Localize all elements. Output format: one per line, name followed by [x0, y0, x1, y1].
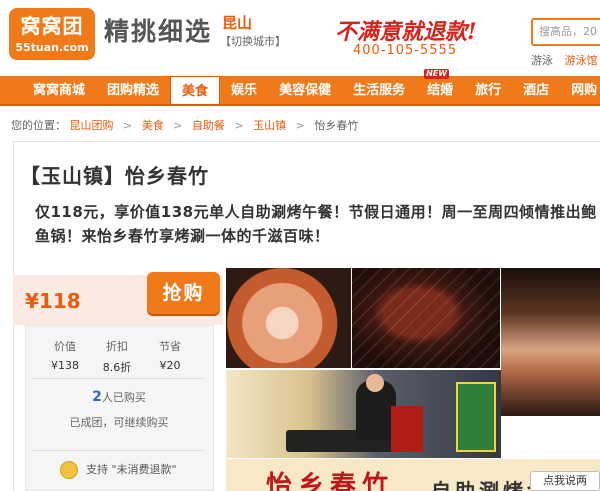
refund-guarantee: 不满意就退款! [335, 19, 477, 45]
current-city: 昆山 [222, 14, 253, 32]
photo-chef-grill [226, 370, 501, 458]
new-badge: NEW [424, 69, 450, 79]
nav-item-travel[interactable]: 旅行 [464, 76, 512, 104]
stat-number: ¥20 [159, 359, 181, 372]
nav-item-hotel[interactable]: 酒店 [512, 76, 560, 104]
stat-label: 折扣 [106, 340, 128, 353]
site-logo[interactable]: 窝窝团 55tuan.com [9, 8, 95, 60]
refund-support-text: 支持 "未消费退款" [86, 463, 177, 476]
nav-item-life-services[interactable]: 生活服务 [342, 76, 416, 104]
stat-number: ¥138 [51, 359, 79, 372]
site-header: 窝窝团 55tuan.com 精挑细选 昆山 【切换城市】 不满意就退款! 40… [0, 0, 600, 76]
chef-shape [356, 374, 396, 440]
slogan: 精挑细选 [104, 17, 213, 46]
nav-item-online-shopping[interactable]: 网购 [560, 76, 600, 104]
nav-item-mall[interactable]: 窝窝商城 [0, 76, 96, 104]
nav-item-entertainment[interactable]: 娱乐 [220, 76, 268, 104]
switch-city-link[interactable]: 【切换城市】 [220, 33, 286, 49]
breadcrumb-prefix: 您的位置： [11, 119, 66, 132]
photo-grilled-meat [352, 268, 500, 368]
refund-support: 支持 "未消费退款" [60, 461, 177, 479]
breadcrumb-separator: > [173, 119, 183, 132]
nav-item-wedding[interactable]: NEW 结婚 [416, 69, 464, 104]
stat-discount: 折扣 8.6折 [92, 338, 142, 375]
nav-item-food[interactable]: 美食 [170, 76, 221, 104]
stat-value: 价值 ¥138 [40, 338, 90, 372]
refund-badge-icon [60, 461, 78, 479]
breadcrumb-separator: > [234, 119, 244, 132]
hot-search-link[interactable]: 游泳 [531, 54, 553, 67]
photo-bacon [501, 268, 600, 416]
breadcrumb-link[interactable]: 玉山镇 [253, 119, 286, 132]
comment-button[interactable]: 点我说两 [530, 471, 600, 491]
hotline: 400-105-5555 [353, 43, 458, 58]
deal-price: ¥118 [25, 289, 81, 313]
nav-item-beauty[interactable]: 美容保健 [268, 76, 342, 104]
divider [33, 378, 205, 379]
breadcrumb-separator: > [123, 119, 133, 132]
stat-label: 节省 [159, 340, 181, 353]
divider [33, 450, 205, 451]
breadcrumb-link[interactable]: 昆山团购 [70, 119, 114, 132]
deal-status: 已成团，可继续购买 [69, 416, 169, 429]
bought-count: 2人已购买 [0, 389, 238, 405]
banner-title: 怡乡春竹 [266, 471, 395, 491]
breadcrumb-link[interactable]: 自助餐 [192, 119, 225, 132]
buy-now-button[interactable]: 抢购 [147, 272, 220, 314]
page: 窝窝团 55tuan.com 精挑细选 昆山 【切换城市】 不满意就退款! 40… [0, 0, 600, 491]
main-nav: 窝窝商城 团购精选 美食 娱乐 美容保健 生活服务 NEW 结婚 旅行 酒店 网… [0, 69, 600, 106]
nav-item-picks[interactable]: 团购精选 [96, 76, 170, 104]
breadcrumb-current: 怡乡春竹 [314, 119, 359, 132]
breadcrumb-link[interactable]: 美食 [142, 119, 164, 132]
stat-number: 8.6折 [102, 361, 132, 374]
breadcrumb-separator: > [295, 119, 305, 132]
stat-savings: 节省 ¥20 [145, 338, 195, 372]
bought-number: 2 [92, 389, 102, 405]
shop-sign-shape [456, 382, 496, 452]
search-input[interactable]: 搜高品，20 [531, 18, 600, 46]
apron-shape [391, 406, 423, 452]
deal-description: 仅118元，享价值138元单人自助涮烤午餐！节假日通用！周一至周四倾情推出鲍鱼锅… [35, 203, 597, 245]
logo-domain: 55tuan.com [15, 41, 89, 54]
bought-suffix: 人已购买 [101, 391, 146, 404]
breadcrumb: 您的位置： 昆山团购 > 美食 > 自助餐 > 玉山镇 > 怡乡春竹 [11, 117, 358, 133]
hot-search-links: 游泳 游泳馆 [531, 52, 600, 68]
logo-text: 窝窝团 [20, 14, 84, 38]
deal-title: 【玉山镇】怡乡春竹 [20, 164, 209, 188]
stat-label: 价值 [54, 340, 76, 353]
hot-search-link[interactable]: 游泳馆 [565, 54, 598, 67]
photo-scallop [226, 268, 351, 368]
nav-item-label: 结婚 [427, 83, 454, 98]
